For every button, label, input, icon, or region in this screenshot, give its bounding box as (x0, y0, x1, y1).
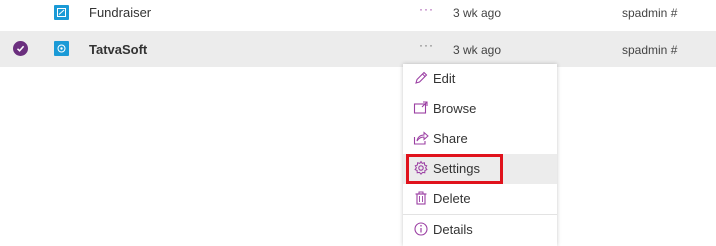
row-name[interactable]: TatvaSoft (89, 42, 147, 57)
menu-item-details[interactable]: Details (403, 215, 557, 245)
more-options-icon[interactable]: ··· (419, 38, 434, 52)
more-options-icon[interactable]: ··· (419, 2, 434, 16)
menu-item-share[interactable]: Share (403, 124, 557, 154)
settings-highlight-box (406, 154, 503, 184)
menu-item-label: Edit (433, 71, 456, 86)
menu-item-edit[interactable]: Edit (403, 64, 557, 94)
site-icon (54, 41, 69, 56)
checkmark-icon[interactable] (13, 41, 28, 56)
list-row-fundraiser[interactable]: Fundraiser ··· 3 wk ago spadmin # (0, 0, 716, 30)
pencil-icon (413, 70, 429, 86)
row-author: spadmin # (622, 6, 678, 20)
menu-item-label: Share (433, 131, 468, 146)
menu-item-label: Details (433, 222, 473, 237)
site-icon (54, 5, 69, 20)
row-name[interactable]: Fundraiser (89, 5, 151, 20)
trash-icon (413, 190, 429, 206)
site-list-page: Fundraiser ··· 3 wk ago spadmin # TatvaS… (0, 0, 716, 246)
row-modified: 3 wk ago (453, 6, 502, 20)
list-row-tatvasoft[interactable]: TatvaSoft ··· 3 wk ago spadmin # (0, 31, 716, 67)
info-icon (413, 221, 429, 237)
row-modified: 3 wk ago (453, 43, 502, 57)
share-icon (413, 130, 429, 146)
browse-icon (413, 100, 429, 116)
menu-item-browse[interactable]: Browse (403, 94, 557, 124)
menu-item-label: Browse (433, 101, 477, 116)
row-author: spadmin # (622, 43, 678, 57)
menu-item-label: Delete (433, 191, 471, 206)
menu-item-delete[interactable]: Delete (403, 184, 557, 214)
